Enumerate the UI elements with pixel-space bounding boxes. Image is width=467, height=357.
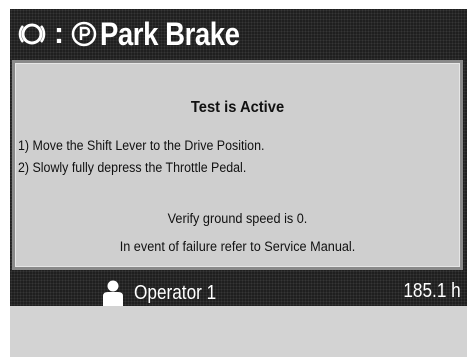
operator-label: Operator 1 [134, 281, 217, 304]
test-panel: Test is Active 1) Move the Shift Lever t… [12, 60, 463, 270]
failure-message: In event of failure refer to Service Man… [119, 239, 356, 254]
display-screen: : Park Brake Test is Active 1) Move the … [10, 9, 467, 357]
panel-title: Test is Active [190, 99, 285, 116]
operator-icon [100, 279, 126, 307]
brake-warning-icon [18, 20, 46, 48]
bottom-strip [10, 306, 467, 357]
instruction-1: 1) Move the Shift Lever to the Drive Pos… [18, 138, 265, 153]
page-title: Park Brake [100, 16, 240, 52]
parking-p-icon [70, 20, 98, 48]
hour-meter: 185.1 h [403, 280, 461, 302]
header-separator: : [54, 17, 64, 50]
instruction-2: 2) Slowly fully depress the Throttle Ped… [18, 160, 247, 175]
verify-message: Verify ground speed is 0. [167, 211, 308, 226]
header-bar: : Park Brake [10, 9, 467, 59]
